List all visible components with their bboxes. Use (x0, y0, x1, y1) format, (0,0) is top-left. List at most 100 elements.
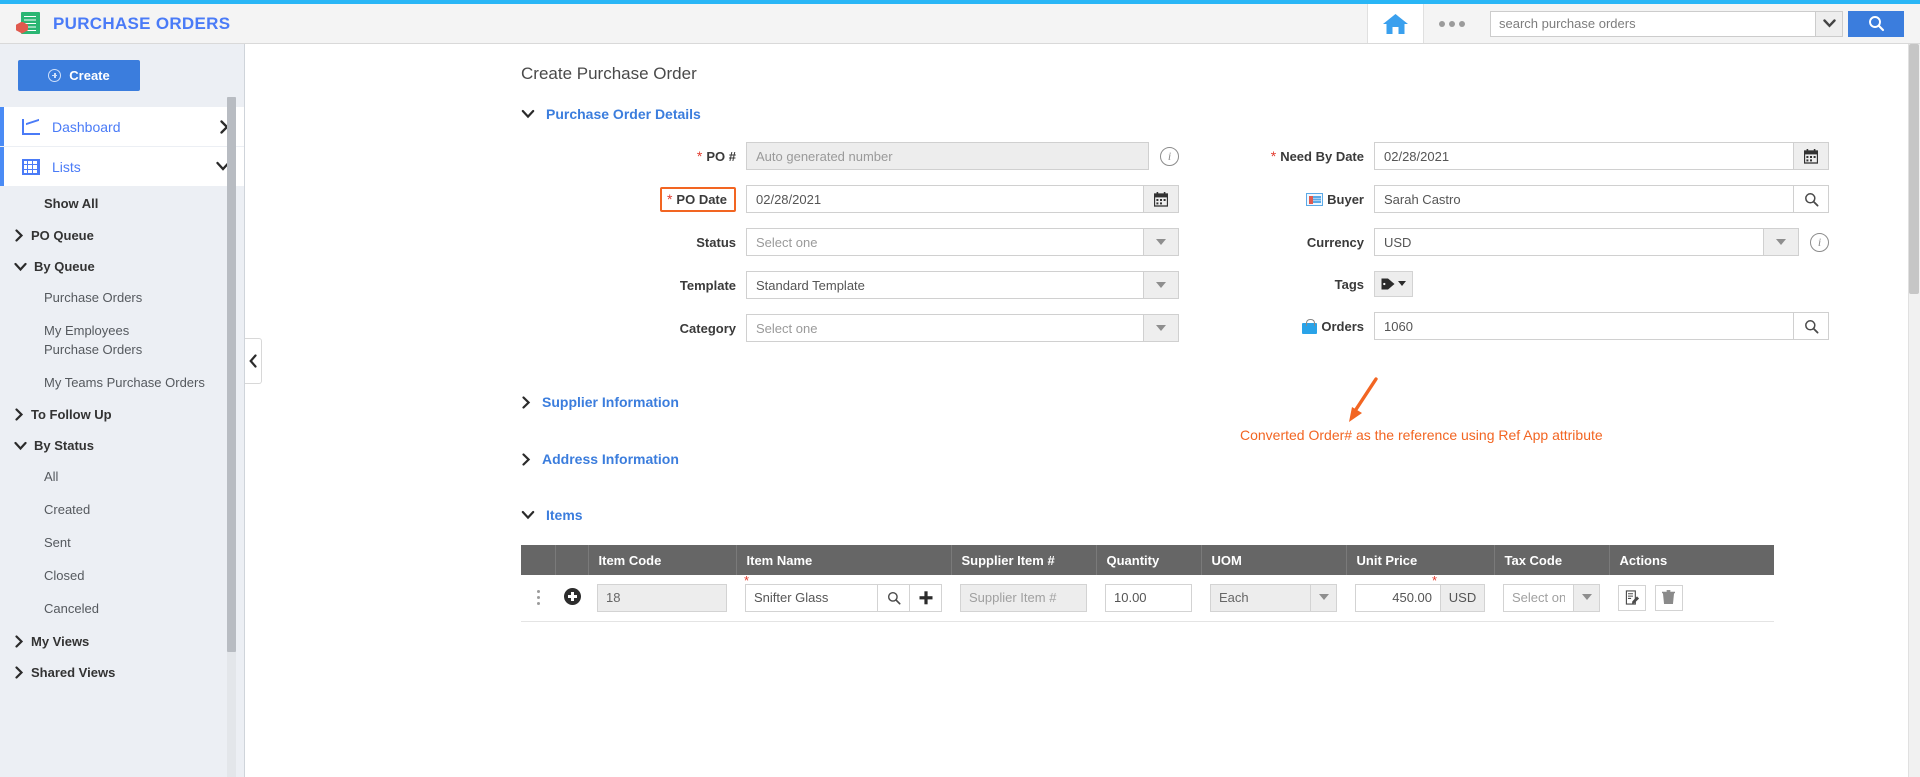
chevron-down-icon (521, 109, 535, 119)
create-button[interactable]: Create (18, 60, 140, 91)
grid-icon (22, 158, 40, 175)
caret-down-icon (1156, 281, 1166, 288)
sidebar-item-closed[interactable]: Closed (0, 560, 244, 593)
currency-input[interactable] (1374, 228, 1764, 256)
item-name-input[interactable] (745, 583, 878, 612)
caret-down-icon (1581, 594, 1592, 601)
section-label: Supplier Information (542, 394, 679, 410)
category-input[interactable] (746, 314, 1144, 342)
top-header-bar: PURCHASE ORDERS (0, 4, 1920, 44)
main-scrollbar-thumb[interactable] (1909, 44, 1919, 294)
field-tags: Tags (1264, 271, 1829, 297)
section-purchase-order-details[interactable]: Purchase Order Details (521, 106, 1890, 122)
category-dropdown-button[interactable] (1144, 314, 1179, 342)
sidebar-group-shared-views[interactable]: Shared Views (0, 657, 244, 688)
more-options-button[interactable] (1423, 4, 1480, 43)
field-po-number: * PO # i (521, 142, 1179, 170)
sidebar-group-label: Shared Views (31, 664, 116, 680)
sidebar-item-lists[interactable]: Lists (0, 147, 244, 186)
orders-search-button[interactable] (1794, 312, 1829, 340)
supplier-item-input[interactable] (960, 583, 1087, 612)
table-row: * (521, 572, 1774, 622)
kebab-menu-icon[interactable] (530, 590, 546, 606)
search-scope-dropdown[interactable] (1815, 10, 1843, 37)
sidebar-item-purchase-orders[interactable]: Purchase Orders (0, 282, 244, 315)
field-po-number-label: * PO # (696, 148, 736, 164)
status-dropdown-button[interactable] (1144, 228, 1179, 256)
buyer-search-button[interactable] (1794, 185, 1829, 213)
sidebar-item-all[interactable]: All (0, 461, 244, 494)
info-icon[interactable]: i (1160, 146, 1179, 166)
orders-input[interactable] (1374, 312, 1794, 340)
home-button[interactable] (1367, 4, 1423, 43)
cell-uom (1201, 575, 1346, 622)
item-name-search-button[interactable] (878, 583, 910, 612)
sidebar-item-my-employees-purchase-orders[interactable]: My Employees Purchase Orders (0, 315, 175, 367)
caret-down-icon (1156, 324, 1166, 331)
annotation-arrow (1349, 377, 1378, 422)
sidebar-item-show-all[interactable]: Show All (0, 187, 244, 220)
need-by-date-input[interactable] (1374, 142, 1794, 170)
field-currency: Currency i (1264, 228, 1829, 256)
cell-unit-price: * USD (1346, 573, 1494, 622)
col-drag (521, 545, 556, 575)
col-tax-code: Tax Code (1494, 545, 1610, 575)
tax-code-input[interactable] (1503, 583, 1574, 612)
need-by-date-calendar-button[interactable] (1794, 142, 1829, 170)
po-date-input[interactable] (746, 185, 1144, 213)
currency-dropdown-button[interactable] (1764, 228, 1799, 256)
edit-note-button[interactable] (1618, 584, 1646, 611)
delete-row-button[interactable] (1654, 584, 1683, 611)
uom-input[interactable] (1210, 583, 1311, 612)
item-code-input[interactable] (597, 583, 727, 612)
section-supplier-information[interactable]: Supplier Information (521, 394, 1890, 410)
more-options-icon (1439, 20, 1465, 27)
shopping-bag-icon (1302, 318, 1318, 334)
field-status: Status (521, 228, 1179, 256)
buyer-input[interactable] (1374, 185, 1794, 213)
sidebar-group-po-queue[interactable]: PO Queue (0, 220, 244, 251)
quantity-input[interactable] (1105, 583, 1192, 612)
unit-price-input[interactable] (1355, 583, 1441, 612)
sidebar-item-dashboard[interactable]: Dashboard (0, 107, 244, 146)
plus-circle-icon (48, 69, 62, 82)
cell-tax-code (1494, 575, 1609, 622)
search-icon (1868, 16, 1884, 32)
info-icon[interactable]: i (1810, 232, 1829, 252)
sidebar-item-canceled[interactable]: Canceled (0, 593, 244, 626)
tax-code-dropdown-button[interactable] (1574, 583, 1600, 612)
chevron-right-icon (521, 395, 531, 409)
chevron-right-icon (14, 665, 24, 679)
sidebar-group-label: My Views (31, 633, 90, 649)
panel-collapse-button[interactable] (245, 338, 262, 384)
sidebar-group-to-follow-up[interactable]: To Follow Up (0, 399, 244, 430)
sidebar-group-my-views[interactable]: My Views (0, 626, 244, 657)
caret-down-icon (1156, 238, 1166, 245)
po-date-calendar-button[interactable] (1144, 185, 1179, 213)
sidebar-group-by-queue[interactable]: By Queue (0, 251, 244, 282)
po-number-input[interactable] (746, 142, 1149, 170)
sidebar-item-my-teams-purchase-orders[interactable]: My Teams Purchase Orders (0, 367, 244, 400)
calendar-icon (1804, 148, 1818, 164)
section-address-information[interactable]: Address Information (521, 451, 1890, 467)
sidebar-scrollbar-thumb[interactable] (227, 97, 236, 652)
status-input[interactable] (746, 228, 1144, 256)
sidebar-item-sent[interactable]: Sent (0, 527, 244, 560)
col-unit-price: Unit Price (1346, 545, 1495, 575)
field-need-by-date: * Need By Date (1264, 142, 1829, 170)
section-items[interactable]: Items (521, 507, 1890, 523)
search-submit-button[interactable] (1848, 10, 1904, 37)
required-asterisk: * (744, 572, 750, 588)
uom-dropdown-button[interactable] (1311, 583, 1337, 612)
tags-dropdown-button[interactable] (1374, 271, 1413, 297)
main-scrollbar-track[interactable] (1908, 44, 1920, 777)
field-buyer: Buyer (1264, 185, 1829, 213)
template-input[interactable] (746, 271, 1144, 299)
chevron-right-icon (14, 229, 24, 242)
sidebar-item-created[interactable]: Created (0, 494, 244, 527)
search-input[interactable] (1490, 10, 1815, 37)
template-dropdown-button[interactable] (1144, 271, 1179, 299)
item-name-add-button[interactable] (910, 583, 942, 612)
sidebar-group-by-status[interactable]: By Status (0, 430, 244, 461)
add-row-icon[interactable] (564, 587, 581, 605)
